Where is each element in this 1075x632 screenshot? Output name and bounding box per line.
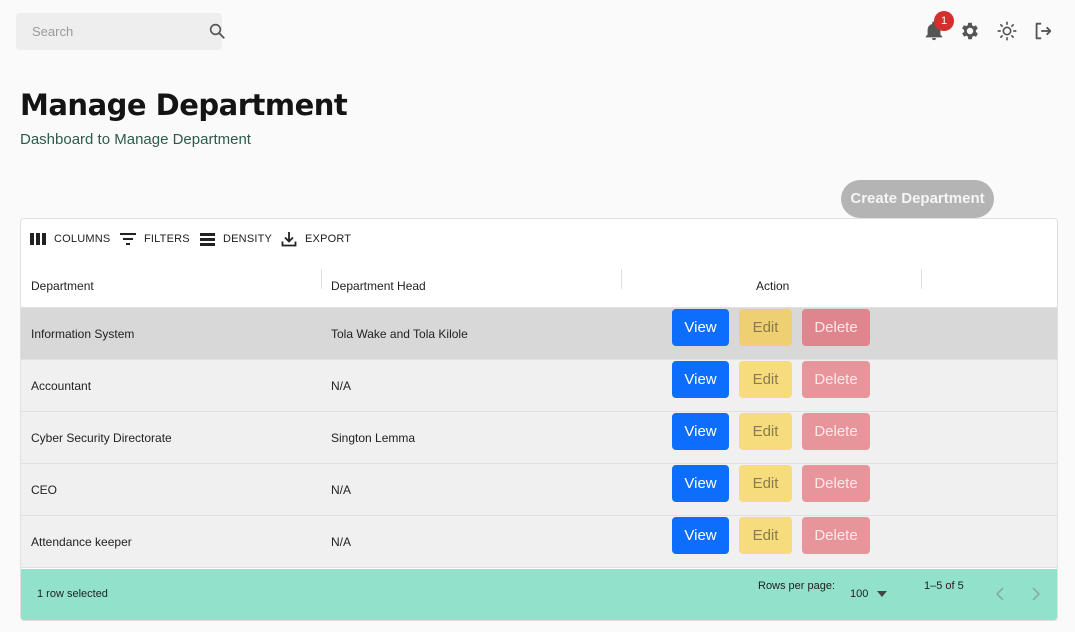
table-footer: 1 row selected Rows per page: 100 1–5 of… <box>21 569 1057 620</box>
department-table: COLUMNS FILTERS DENSITY EXPORT Departmen… <box>20 218 1058 621</box>
delete-button[interactable]: Delete <box>802 465 870 502</box>
columns-button[interactable]: COLUMNS <box>30 230 110 248</box>
rows-per-page-select[interactable]: 100 <box>850 588 868 600</box>
gear-icon[interactable] <box>959 20 981 42</box>
export-label: EXPORT <box>305 233 352 245</box>
create-department-button[interactable]: Create Department <box>841 180 994 218</box>
chevron-right-icon[interactable] <box>1031 587 1041 601</box>
download-icon <box>281 232 297 247</box>
selected-count: 1 row selected <box>37 588 108 600</box>
table-toolbar: COLUMNS FILTERS DENSITY EXPORT <box>21 219 1057 257</box>
table-row[interactable]: Information System Tola Wake and Tola Kil… <box>21 308 1057 360</box>
search-box[interactable]: Search <box>16 13 225 50</box>
department-head-cell: N/A <box>331 535 352 549</box>
view-button[interactable]: View <box>672 465 729 502</box>
department-cell: Cyber Security Directorate <box>31 431 172 445</box>
edit-button[interactable]: Edit <box>739 413 792 450</box>
view-button[interactable]: View <box>672 413 729 450</box>
pagination-range: 1–5 of 5 <box>924 580 964 592</box>
notification-badge: 1 <box>934 11 954 31</box>
chevron-down-icon[interactable] <box>877 591 887 597</box>
logout-icon[interactable] <box>1032 20 1054 42</box>
view-button[interactable]: View <box>672 517 729 554</box>
page-subtitle: Dashboard to Manage Department <box>20 131 251 148</box>
search-placeholder: Search <box>32 24 74 39</box>
column-header-action[interactable]: Action <box>756 265 789 308</box>
table-row[interactable]: Accountant N/A View Edit Delete <box>21 360 1057 412</box>
department-cell: Attendance keeper <box>31 535 132 549</box>
density-label: DENSITY <box>223 233 273 245</box>
table-header: Department Department Head Action <box>21 265 1057 308</box>
delete-button[interactable]: Delete <box>802 361 870 398</box>
sun-icon[interactable] <box>996 20 1018 42</box>
filters-label: FILTERS <box>144 233 190 245</box>
edit-button[interactable]: Edit <box>739 309 792 346</box>
table-row[interactable]: CEO N/A View Edit Delete <box>21 464 1057 516</box>
delete-button[interactable]: Delete <box>802 309 870 346</box>
edit-button[interactable]: Edit <box>739 517 792 554</box>
delete-button[interactable]: Delete <box>802 517 870 554</box>
top-bar: Search 1 <box>0 0 1075 62</box>
department-head-cell: Tola Wake and Tola Kilole <box>331 327 468 341</box>
column-separator[interactable] <box>921 269 922 289</box>
delete-button[interactable]: Delete <box>802 413 870 450</box>
density-icon <box>200 232 215 246</box>
table-row[interactable]: Attendance keeper N/A View Edit Delete <box>21 516 1057 568</box>
filters-button[interactable]: FILTERS <box>120 230 190 248</box>
edit-button[interactable]: Edit <box>739 465 792 502</box>
column-header-department[interactable]: Department <box>31 265 94 308</box>
column-separator[interactable] <box>621 269 622 289</box>
rows-per-page-label: Rows per page: <box>758 580 836 592</box>
export-button[interactable]: EXPORT <box>281 230 351 248</box>
department-head-cell: Sington Lemma <box>331 431 416 445</box>
column-header-department-head[interactable]: Department Head <box>331 265 426 308</box>
search-icon[interactable] <box>208 22 226 40</box>
columns-label: COLUMNS <box>54 233 111 245</box>
page-title: Manage Department <box>20 88 348 122</box>
columns-icon <box>30 233 46 245</box>
department-head-cell: N/A <box>331 483 352 497</box>
department-cell: CEO <box>31 483 58 497</box>
column-separator[interactable] <box>321 269 322 289</box>
filter-icon <box>120 233 136 245</box>
view-button[interactable]: View <box>672 361 729 398</box>
edit-button[interactable]: Edit <box>739 361 792 398</box>
department-cell: Accountant <box>31 379 92 393</box>
view-button[interactable]: View <box>672 309 729 346</box>
table-row[interactable]: Cyber Security Directorate Sington Lemma V… <box>21 412 1057 464</box>
chevron-left-icon[interactable] <box>995 587 1005 601</box>
department-cell: Information System <box>31 327 135 341</box>
density-button[interactable]: DENSITY <box>200 230 272 248</box>
department-head-cell: N/A <box>331 379 352 393</box>
